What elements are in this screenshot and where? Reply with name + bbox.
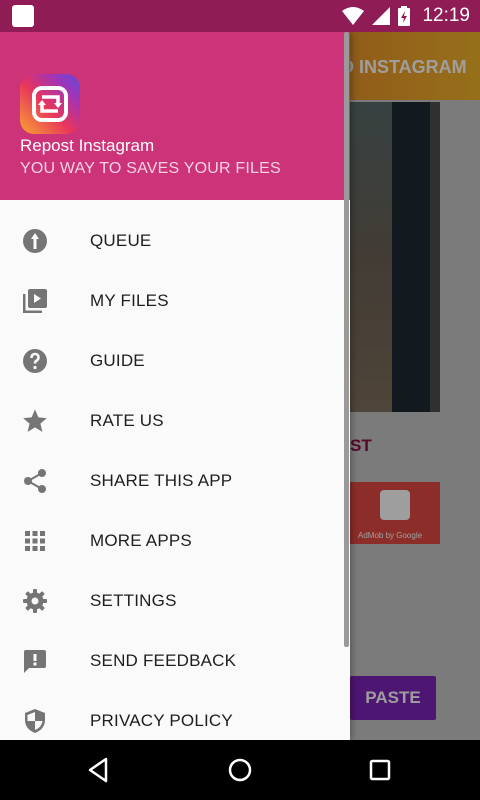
menu-label-settings: SETTINGS [90,591,177,610]
app-name: Repost Instagram [20,136,155,155]
navigation-bar [0,740,480,800]
gear-icon [23,589,47,613]
menu-label-more-apps: MORE APPS [90,531,192,550]
menu-item-more-apps[interactable]: MORE APPS [0,510,350,570]
queue-icon [23,229,47,253]
back-icon[interactable] [84,755,114,785]
menu-label-rate-us: RATE US [90,411,164,430]
status-time: 12:19 [422,5,470,26]
signal-icon [372,7,391,25]
battery-icon [398,6,411,26]
screen: 12:19 O INSTAGRAM ST AdMob by Google PAS… [0,0,480,800]
video-library-icon [23,289,47,313]
menu-label-queue: QUEUE [90,231,152,250]
star-icon [23,409,47,432]
menu-item-settings[interactable]: SETTINGS [0,570,350,630]
navigation-drawer: Repost Instagram YOU WAY TO SAVES YOUR F… [0,32,350,740]
menu-label-send-feedback: SEND FEEDBACK [90,651,237,670]
menu-item-queue[interactable]: QUEUE [0,210,350,270]
feedback-icon [24,650,46,673]
menu-item-my-files[interactable]: MY FILES [0,270,350,330]
notification-icon [12,5,34,27]
wifi-icon [342,7,365,25]
app-tagline: YOU WAY TO SAVES YOUR FILES [20,160,281,177]
drawer-scrollbar[interactable] [344,32,349,647]
app-logo-icon [20,74,80,134]
menu-item-privacy-policy[interactable]: PRIVACY POLICY [0,690,350,740]
menu-item-share-this-app[interactable]: SHARE THIS APP [0,450,350,510]
apps-grid-icon [25,531,45,551]
status-bar: 12:19 [0,0,480,32]
recents-icon[interactable] [365,755,395,785]
menu-item-send-feedback[interactable]: SEND FEEDBACK [0,630,350,690]
home-icon[interactable] [225,755,255,785]
shield-icon [25,709,45,733]
drawer-header: Repost Instagram YOU WAY TO SAVES YOUR F… [0,32,350,200]
menu-item-rate-us[interactable]: RATE US [0,390,350,450]
menu-item-guide[interactable]: GUIDE [0,330,350,390]
menu-label-my-files: MY FILES [90,291,169,310]
share-icon [24,469,46,493]
menu-label-privacy-policy: PRIVACY POLICY [90,711,233,730]
status-indicators: 12:19 [342,5,470,27]
help-icon [23,349,47,373]
menu-label-guide: GUIDE [90,351,145,370]
menu-label-share-this-app: SHARE THIS APP [90,471,233,490]
drawer-menu: QUEUE MY FILES GUIDE RATE US SHARE THIS … [0,210,350,740]
